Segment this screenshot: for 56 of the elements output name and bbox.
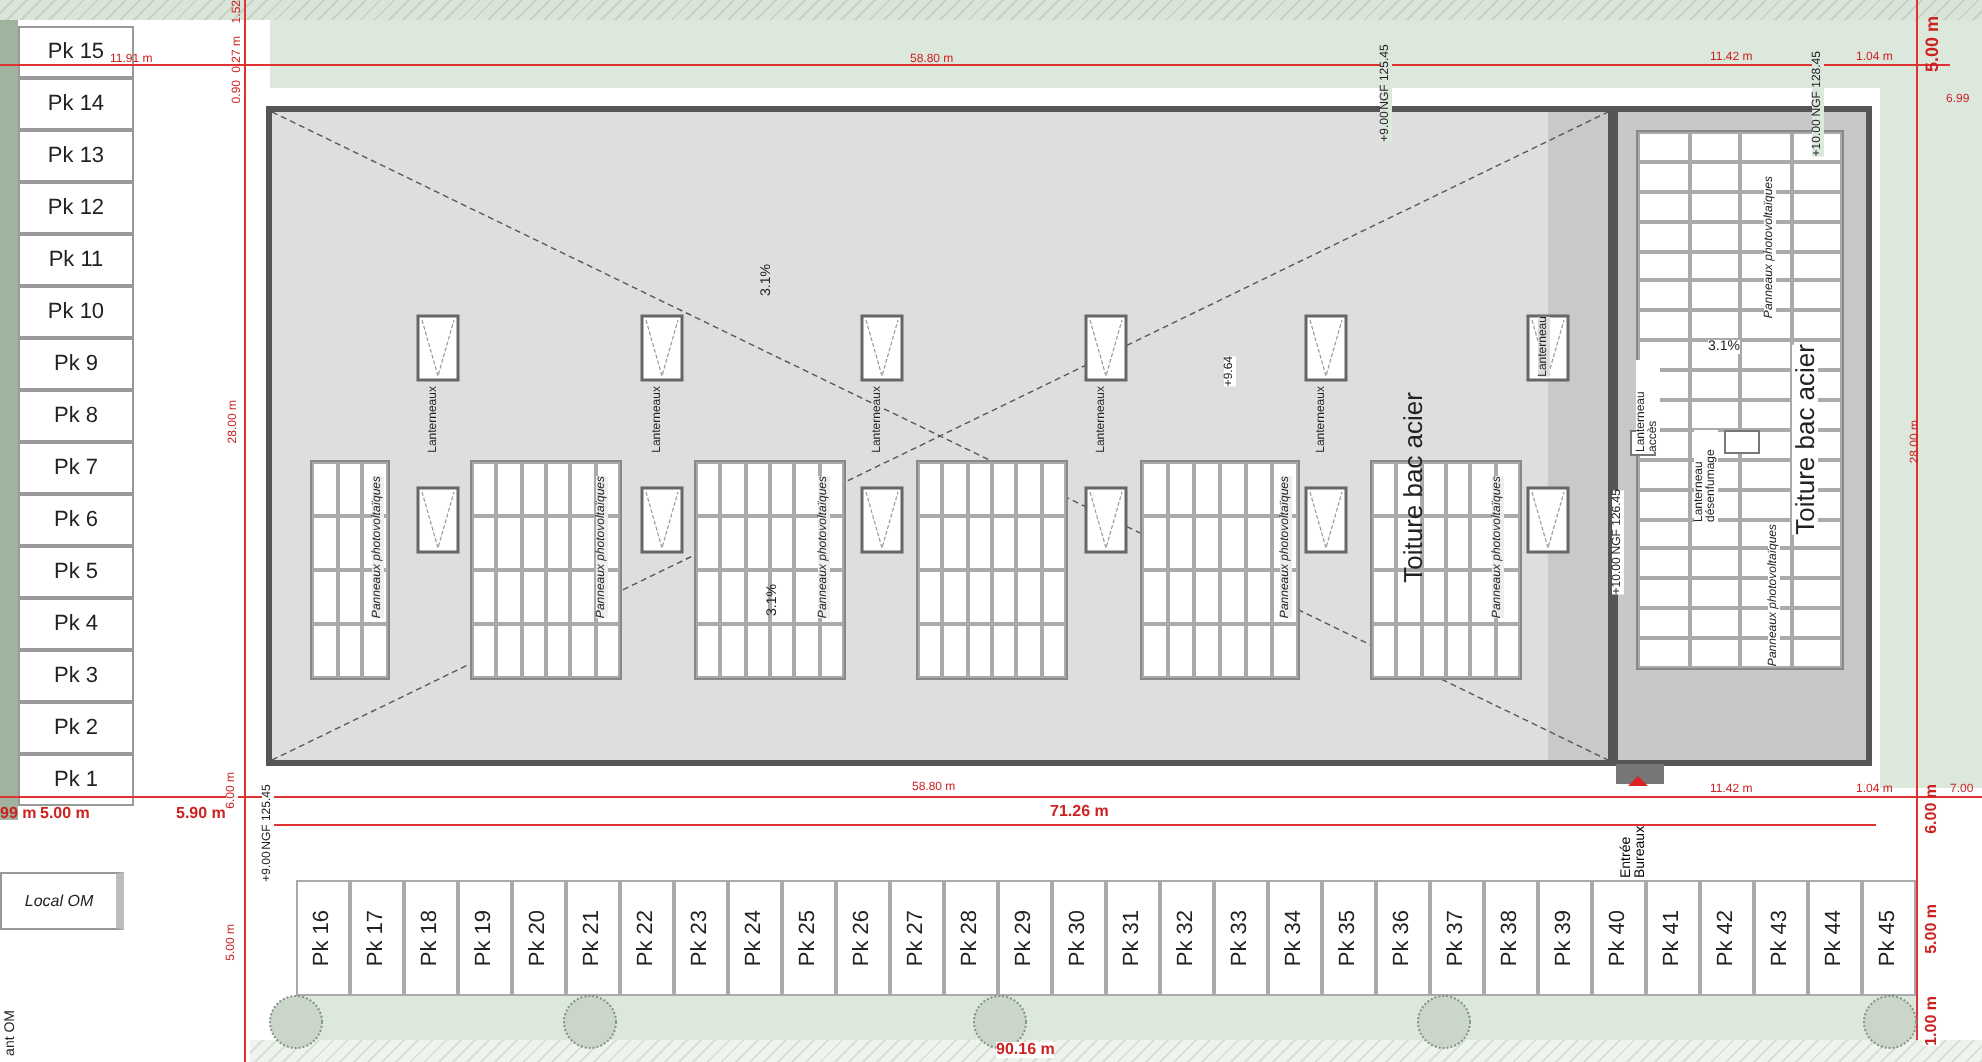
- dimension-label: 6.00 m: [1924, 784, 1940, 834]
- parking-space: Pk 2: [18, 702, 134, 754]
- parking-space: Pk 11: [18, 234, 134, 286]
- parking-number: Pk 41: [1662, 909, 1684, 967]
- dimension-label: 71.26 m: [1050, 804, 1109, 820]
- parking-number: Pk 29: [1014, 909, 1036, 967]
- parking-number: Pk 44: [1824, 909, 1846, 967]
- parking-number: Pk 34: [1284, 909, 1306, 967]
- parking-space: Pk 8: [18, 390, 134, 442]
- parking-space: Pk 3: [18, 650, 134, 702]
- parking-space: Pk 6: [18, 494, 134, 546]
- storage-room: Local OM: [0, 872, 124, 930]
- parking-number: Pk 18: [420, 909, 442, 967]
- dimension-label: 90.16 m: [996, 1042, 1055, 1058]
- parking-number: Pk 23: [690, 909, 712, 967]
- roof-label: Toiture bac acier: [1792, 344, 1818, 535]
- parking-number: Pk 36: [1392, 909, 1414, 967]
- parking-number: Pk 32: [1176, 909, 1198, 967]
- roof-label: Toiture bac acier: [1400, 392, 1426, 583]
- parking-number: Pk 24: [744, 909, 766, 967]
- parking-space: Pk 7: [18, 442, 134, 494]
- parking-number: Pk 28: [960, 909, 982, 967]
- parking-space: Pk 10: [18, 286, 134, 338]
- dimension-label: 1.00 m: [1924, 996, 1940, 1046]
- parking-number: Pk 38: [1500, 909, 1522, 967]
- dimension-label: 5.00 m: [1924, 904, 1940, 954]
- parking-space: Pk 14: [18, 78, 134, 130]
- parking-space: Pk 4: [18, 598, 134, 650]
- parking-space: Pk 9: [18, 338, 134, 390]
- parking-number: Pk 40: [1608, 909, 1630, 967]
- parking-number: Pk 21: [582, 909, 604, 967]
- parking-number: Pk 22: [636, 909, 658, 967]
- parking-space: Pk 5: [18, 546, 134, 598]
- parking-number: Pk 16: [312, 909, 334, 967]
- parking-number: Pk 42: [1716, 909, 1738, 967]
- parking-number: Pk 27: [906, 909, 928, 967]
- parking-number: Pk 20: [528, 909, 550, 967]
- parking-number: Pk 35: [1338, 909, 1360, 967]
- dimension-label: 5.90 m: [176, 806, 226, 822]
- parking-number: Pk 33: [1230, 909, 1252, 967]
- dimension-label: 5.00 m: [40, 806, 90, 822]
- dimension-label: 99 m: [0, 806, 37, 822]
- parking-number: Pk 26: [852, 909, 874, 967]
- parking-number: Pk 37: [1446, 909, 1468, 967]
- parking-number: Pk 39: [1554, 909, 1576, 967]
- parking-space: Pk 13: [18, 130, 134, 182]
- parking-number: Pk 25: [798, 909, 820, 967]
- dimension-label: 5.00 m: [1924, 16, 1942, 73]
- parking-number: Pk 45: [1878, 909, 1900, 967]
- parking-number: Pk 30: [1068, 909, 1090, 967]
- parking-space: Pk 1: [18, 754, 134, 806]
- parking-space: Pk 12: [18, 182, 134, 234]
- parking-number: Pk 43: [1770, 909, 1792, 967]
- parking-number: Pk 17: [366, 909, 388, 967]
- parking-number: Pk 31: [1122, 909, 1144, 967]
- parking-number: Pk 19: [474, 909, 496, 967]
